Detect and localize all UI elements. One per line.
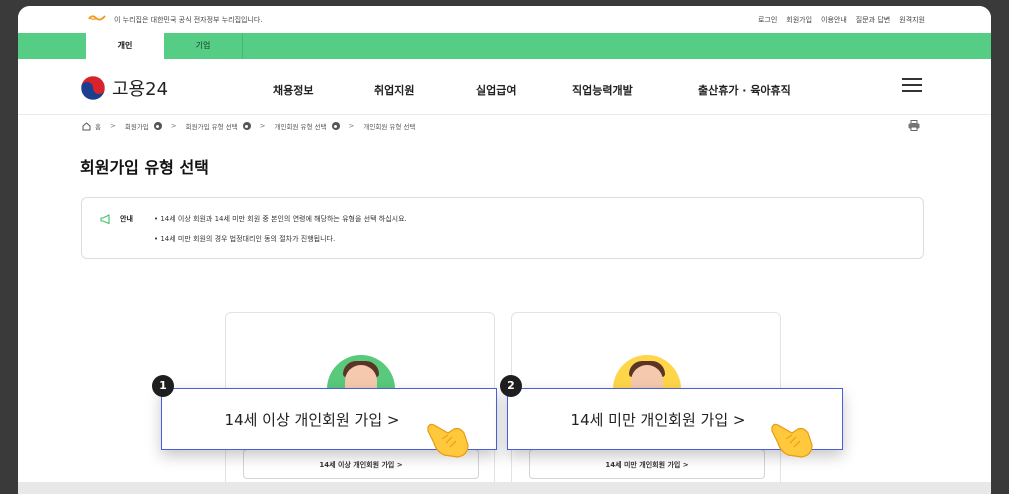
site-logo[interactable]: 고용24 bbox=[80, 75, 168, 101]
breadcrumb-home[interactable]: 홈 bbox=[95, 121, 101, 131]
step-badge-1: 1 bbox=[152, 375, 174, 397]
notice-line-guardian-consent: • 14세 미만 회원의 경우 법정대리인 동의 절차가 진행됩니다. bbox=[154, 235, 336, 243]
breadcrumb-dropdown-icon[interactable] bbox=[331, 122, 340, 130]
member-type-tabs: 개인 기업 bbox=[18, 33, 991, 59]
minor-signup-button[interactable]: 14세 미만 개인회원 가입 > bbox=[529, 449, 765, 479]
gov-banner-text: 이 누리집은 대한민국 공식 전자정부 누리집입니다. bbox=[114, 16, 263, 24]
nav-unemployment-benefit[interactable]: 실업급여 bbox=[476, 82, 516, 98]
notice-line-age-select: • 14세 이상 회원과 14세 미만 회원 중 본인의 연령에 해당하는 유형… bbox=[154, 215, 407, 223]
gov-banner: 이 누리집은 대한민국 공식 전자정부 누리집입니다. 로그인 회원가입 이용안… bbox=[18, 6, 991, 32]
guide-link[interactable]: 이용안내 bbox=[821, 15, 847, 25]
breadcrumb: 홈 > 회원가입 > 회원가입 유형 선택 > 개인회원 유형 선택 > 개인회… bbox=[82, 121, 415, 131]
nav-jobs[interactable]: 채용정보 bbox=[273, 82, 313, 98]
page-title: 회원가입 유형 선택 bbox=[80, 158, 209, 177]
nav-parental-leave[interactable]: 출산휴가 · 육아휴직 bbox=[698, 82, 791, 98]
remote-support-link[interactable]: 원격지원 bbox=[899, 15, 925, 25]
breadcrumb-signup[interactable]: 회원가입 bbox=[125, 121, 149, 131]
home-icon[interactable] bbox=[82, 121, 91, 131]
breadcrumb-chevron-icon: > bbox=[170, 122, 177, 130]
breadcrumb-chevron-icon: > bbox=[259, 122, 266, 130]
adult-callout-label: 14세 이상 개인회원 가입 > bbox=[224, 410, 400, 429]
signup-link[interactable]: 회원가입 bbox=[786, 15, 812, 25]
tab-divider bbox=[242, 33, 243, 59]
taegeuk-logo-icon bbox=[80, 75, 106, 101]
breadcrumb-dropdown-icon[interactable] bbox=[242, 122, 251, 130]
tab-personal[interactable]: 개인 bbox=[86, 33, 164, 59]
minor-callout-label: 14세 미만 개인회원 가입 > bbox=[570, 410, 746, 429]
print-icon[interactable] bbox=[908, 120, 920, 131]
site-name: 고용24 bbox=[112, 79, 169, 100]
qna-link[interactable]: 질문과 답변 bbox=[856, 15, 890, 25]
utility-links: 로그인 회원가입 이용안내 질문과 답변 원격지원 bbox=[758, 15, 925, 25]
login-link[interactable]: 로그인 bbox=[758, 15, 777, 25]
nav-skill-development[interactable]: 직업능력개발 bbox=[572, 82, 633, 98]
breadcrumb-dropdown-icon[interactable] bbox=[153, 122, 162, 130]
step-badge-2: 2 bbox=[500, 375, 522, 397]
device-frame: 이 누리집은 대한민국 공식 전자정부 누리집입니다. 로그인 회원가입 이용안… bbox=[0, 0, 1009, 494]
site-header: 고용24 채용정보 취업지원 실업급여 직업능력개발 출산휴가 · 육아휴직 bbox=[18, 59, 991, 115]
breadcrumb-chevron-icon: > bbox=[348, 122, 355, 130]
pointing-hand-icon bbox=[771, 423, 813, 458]
pointing-hand-icon bbox=[427, 423, 469, 458]
breadcrumb-current: 개인회원 유형 선택 bbox=[363, 123, 416, 131]
bottom-strip bbox=[18, 482, 991, 494]
notice-box: 안내 • 14세 이상 회원과 14세 미만 회원 중 본인의 연령에 해당하는… bbox=[81, 197, 924, 259]
megaphone-icon bbox=[100, 214, 110, 224]
breadcrumb-type-select[interactable]: 회원가입 유형 선택 bbox=[186, 121, 238, 131]
breadcrumb-personal-type[interactable]: 개인회원 유형 선택 bbox=[275, 121, 327, 131]
breadcrumb-chevron-icon: > bbox=[109, 122, 116, 130]
notice-label: 안내 bbox=[120, 215, 133, 223]
tab-company[interactable]: 기업 bbox=[164, 33, 242, 59]
gov-logo-icon bbox=[88, 15, 106, 21]
hamburger-menu-icon[interactable] bbox=[902, 78, 922, 94]
nav-employment-support[interactable]: 취업지원 bbox=[374, 82, 414, 98]
